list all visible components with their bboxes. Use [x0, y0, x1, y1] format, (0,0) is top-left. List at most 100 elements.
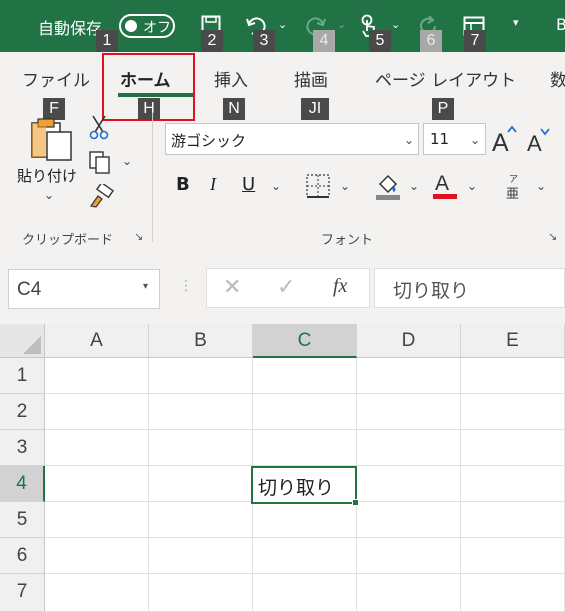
font-color-button[interactable]: A — [433, 172, 459, 200]
cell[interactable] — [149, 538, 253, 574]
fill-color-dropdown-icon[interactable]: ⌄ — [409, 179, 419, 193]
cell[interactable] — [253, 574, 357, 612]
insert-function-icon[interactable]: fx — [333, 275, 347, 298]
underline-dropdown-icon[interactable]: ⌄ — [271, 179, 281, 193]
cell[interactable] — [357, 538, 461, 574]
row-header-1[interactable]: 1 — [0, 358, 45, 394]
cell[interactable] — [461, 466, 565, 502]
cell[interactable] — [45, 502, 149, 538]
cell[interactable] — [45, 574, 149, 612]
fill-handle[interactable] — [352, 499, 359, 506]
keytip-2: 2 — [201, 30, 223, 52]
font-color-dropdown-icon[interactable]: ⌄ — [467, 179, 477, 193]
cell[interactable] — [149, 466, 253, 502]
name-box-dropdown-icon[interactable]: ▾ — [143, 281, 148, 292]
cell[interactable] — [149, 574, 253, 612]
enter-entry-icon[interactable]: ✓ — [277, 275, 295, 300]
tab-file[interactable]: ファイル — [22, 66, 90, 91]
cell[interactable] — [461, 430, 565, 466]
select-all-corner[interactable] — [0, 324, 45, 358]
cell[interactable] — [253, 538, 357, 574]
tab-draw[interactable]: 描画 — [294, 66, 328, 91]
customize-qat-icon[interactable]: ▾ — [513, 16, 519, 29]
bold-button[interactable]: B — [176, 174, 190, 195]
clipboard-launcher-icon[interactable]: ↘ — [134, 230, 143, 243]
cell[interactable] — [149, 358, 253, 394]
cell[interactable] — [149, 394, 253, 430]
font-size-dropdown-icon[interactable]: ⌄ — [470, 133, 480, 147]
paste-label[interactable]: 貼り付け — [17, 165, 77, 186]
paste-dropdown-icon[interactable]: ⌄ — [44, 188, 54, 202]
cell[interactable] — [45, 358, 149, 394]
row-header-7[interactable]: 7 — [0, 574, 45, 612]
cut-icon[interactable] — [88, 114, 110, 144]
cell[interactable] — [357, 394, 461, 430]
name-box[interactable]: C4 ▾ — [8, 269, 160, 309]
font-launcher-icon[interactable]: ↘ — [548, 230, 557, 243]
cell[interactable] — [461, 574, 565, 612]
borders-icon[interactable] — [305, 173, 331, 203]
splitter-dots-icon[interactable]: ⋮ — [179, 278, 193, 294]
keytip-1: 1 — [96, 30, 118, 52]
font-name-select[interactable]: 游ゴシック ⌄ — [165, 123, 419, 155]
cell[interactable] — [253, 502, 357, 538]
borders-dropdown-icon[interactable]: ⌄ — [340, 179, 350, 193]
column-header-d[interactable]: D — [357, 324, 461, 358]
touch-dropdown-icon[interactable]: ⌄ — [391, 18, 400, 31]
tab-page-layout[interactable]: ページ レイアウト — [375, 66, 516, 91]
cell[interactable] — [149, 430, 253, 466]
cell[interactable] — [149, 502, 253, 538]
underline-button[interactable]: U — [242, 174, 255, 195]
font-size-select[interactable]: 11 ⌄ — [423, 123, 486, 155]
phonetic-dropdown-icon[interactable]: ⌄ — [536, 179, 546, 193]
name-box-value: C4 — [17, 279, 42, 300]
column-header-e[interactable]: E — [461, 324, 565, 358]
copy-dropdown-icon[interactable]: ⌄ — [122, 154, 132, 168]
active-cell-value: 切り取り — [258, 477, 335, 499]
phonetic-guide-button[interactable]: ア 亜 — [506, 172, 524, 202]
column-header-a[interactable]: A — [45, 324, 149, 358]
cell[interactable] — [461, 394, 565, 430]
tab-formulas[interactable]: 数 — [550, 66, 565, 91]
column-header-c[interactable]: C — [253, 324, 357, 358]
tab-insert[interactable]: 挿入 — [214, 66, 248, 91]
undo-dropdown-icon[interactable]: ⌄ — [278, 18, 287, 31]
cell[interactable] — [357, 358, 461, 394]
cell[interactable] — [45, 394, 149, 430]
row-header-5[interactable]: 5 — [0, 502, 45, 538]
cancel-entry-icon[interactable]: ✕ — [223, 275, 241, 300]
paste-icon[interactable] — [29, 117, 75, 167]
italic-button[interactable]: I — [210, 174, 216, 195]
account-initial[interactable]: B — [556, 15, 565, 34]
cell[interactable] — [45, 466, 149, 502]
svg-text:A: A — [492, 129, 509, 154]
cell[interactable] — [253, 430, 357, 466]
format-painter-icon[interactable] — [88, 181, 115, 212]
row-header-3[interactable]: 3 — [0, 430, 45, 466]
cell[interactable] — [357, 430, 461, 466]
row-header-4[interactable]: 4 — [0, 466, 45, 502]
row-header-6[interactable]: 6 — [0, 538, 45, 574]
cell[interactable] — [253, 394, 357, 430]
column-header-b[interactable]: B — [149, 324, 253, 358]
cell[interactable] — [45, 538, 149, 574]
cell[interactable] — [357, 502, 461, 538]
formula-input[interactable]: 切り取り — [374, 268, 565, 308]
formula-buttons: ✕ ✓ fx — [206, 268, 370, 308]
autosave-toggle[interactable]: オフ — [119, 14, 175, 38]
active-cell[interactable]: 切り取り — [251, 466, 357, 504]
fill-color-icon[interactable] — [374, 170, 402, 204]
cell[interactable] — [461, 502, 565, 538]
cell[interactable] — [357, 466, 461, 502]
cell[interactable] — [45, 430, 149, 466]
cell[interactable] — [461, 358, 565, 394]
decrease-font-size-icon[interactable]: A — [527, 126, 553, 160]
copy-icon[interactable] — [88, 150, 112, 178]
cell[interactable] — [253, 358, 357, 394]
cell[interactable] — [357, 574, 461, 612]
font-name-dropdown-icon[interactable]: ⌄ — [404, 133, 414, 147]
increase-font-size-icon[interactable]: A — [492, 124, 518, 158]
cell[interactable] — [461, 538, 565, 574]
row-header-2[interactable]: 2 — [0, 394, 45, 430]
keytip-5: 5 — [369, 30, 391, 52]
